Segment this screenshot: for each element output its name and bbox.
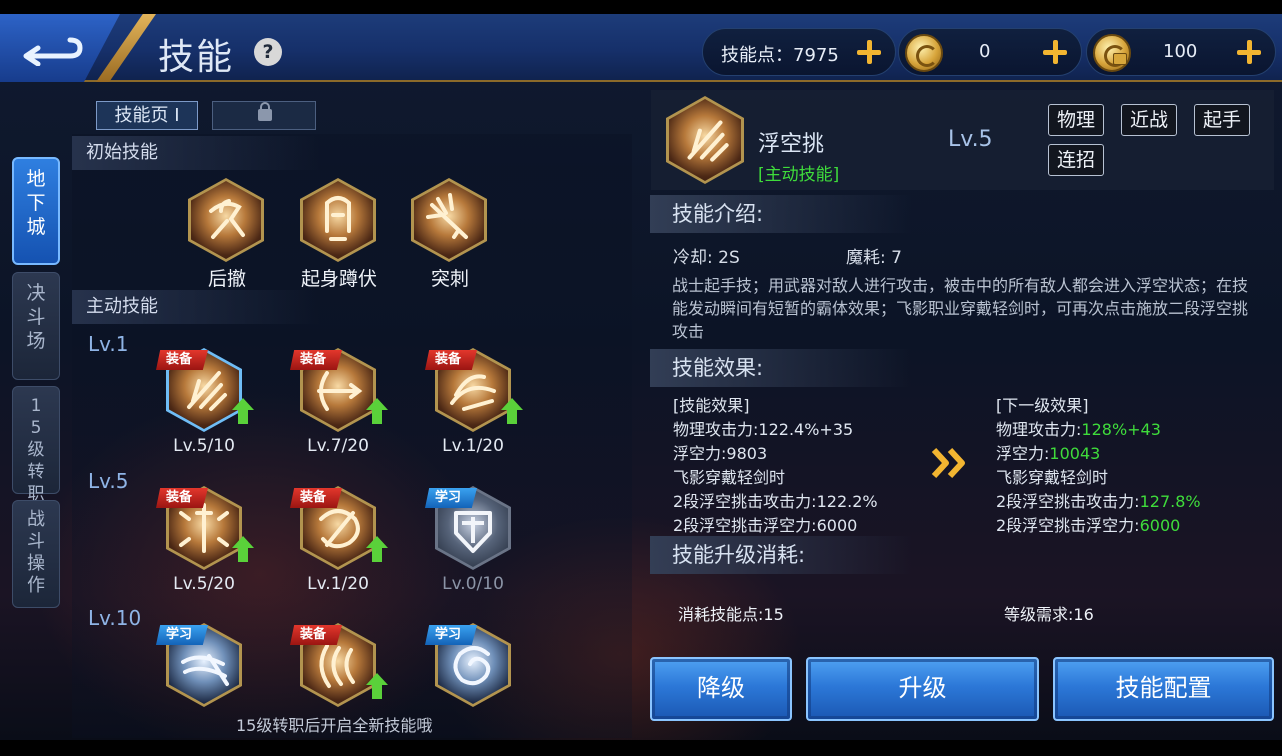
effect-line: 浮空力:9803 <box>673 444 768 463</box>
bound-gold-pill: 100 <box>1086 28 1276 76</box>
skill-points-label: 技能点：7975 <box>721 45 839 66</box>
skill-description: 战士起手技；用武器对敌人进行攻击，被击中的所有敌人都会进入浮空状态；在技能发动瞬… <box>672 276 1249 341</box>
upgrade-arrow-icon <box>501 398 523 424</box>
section-skill-effect: 技能效果: <box>650 349 912 387</box>
tab-combat-controls[interactable]: 战斗操作 <box>12 500 60 608</box>
skill-level: Lv.0/10 <box>442 574 504 594</box>
double-chevron-right-icon <box>931 447 965 479</box>
page-title: 技能 <box>158 37 235 78</box>
skill-slot-locked[interactable]: 学习 Lv.0/10 <box>425 486 521 596</box>
equip-badge: 装备 <box>156 350 209 370</box>
skill-slot[interactable]: 学习 <box>425 623 521 733</box>
downgrade-button[interactable]: 降级 <box>650 657 792 721</box>
job-change-hint: 15级转职后开启全新技能哦 <box>236 716 433 735</box>
upgrade-arrow-icon <box>232 398 254 424</box>
section-skill-intro: 技能介绍: <box>650 195 912 233</box>
add-gold-icon[interactable] <box>1041 38 1069 66</box>
level-row-label: Lv.5 <box>88 469 129 493</box>
skill-point-cost: 消耗技能点:15 <box>678 605 784 624</box>
effect-line: 飞影穿戴轻剑时 <box>673 468 786 487</box>
effect-line: 2段浮空挑击攻击力:127.8% <box>996 492 1201 511</box>
tab-job-change[interactable]: 15级转职 <box>12 386 60 504</box>
learn-badge: 学习 <box>425 488 478 508</box>
equip-badge: 装备 <box>290 488 343 508</box>
tab-arena[interactable]: 决斗场 <box>12 272 60 380</box>
next-effect-header: [下一级效果] <box>996 396 1089 415</box>
gold-value: 0 <box>979 41 991 62</box>
skill-name: 浮空挑 <box>758 132 825 157</box>
skill-level: Lv.1/20 <box>307 574 369 594</box>
effect-line: 物理攻击力:128%+43 <box>996 420 1161 439</box>
upgrade-arrow-icon <box>232 536 254 562</box>
equip-badge: 装备 <box>425 350 478 370</box>
skill-slot[interactable]: 装备 Lv.7/20 <box>290 348 388 458</box>
skill-slot[interactable]: 装备 Lv.5/20 <box>156 486 254 596</box>
section-initial-skills: 初始技能 <box>72 136 320 170</box>
current-effect-header: [技能效果] <box>673 396 750 415</box>
skill-slot[interactable]: 装备 Lv.1/20 <box>290 486 388 596</box>
basic-skill-name: 突刺 <box>430 268 469 290</box>
add-skill-points-icon[interactable] <box>855 38 883 66</box>
upgrade-button[interactable]: 升级 <box>806 657 1039 721</box>
tab-combat-controls-label: 战斗操作 <box>27 509 45 596</box>
back-arrow-icon <box>23 37 83 66</box>
level-row-label: Lv.10 <box>88 606 142 630</box>
upgrade-arrow-icon <box>366 398 388 424</box>
effect-line: 2段浮空挑击浮空力:6000 <box>996 516 1181 535</box>
thrust-glyph <box>426 193 468 239</box>
upgrade-arrow-icon <box>366 673 388 699</box>
tag-combo: 连招 <box>1048 144 1105 176</box>
back-step-glyph <box>209 199 245 239</box>
float-slash-glyph <box>687 120 729 162</box>
section-upgrade-cost: 技能升级消耗: <box>650 536 912 574</box>
mana-cost-text: 魔耗: 7 <box>846 248 902 268</box>
effect-line: 2段浮空挑击攻击力:122.2% <box>673 492 878 511</box>
equip-badge: 装备 <box>290 350 343 370</box>
upgrade-arrow-icon <box>366 536 388 562</box>
basic-skill-name: 起身蹲伏 <box>300 268 377 290</box>
skill-level: Lv.7/20 <box>307 436 369 456</box>
cooldown-text: 冷却: 2S <box>673 248 740 268</box>
skill-slot[interactable]: 装备 Lv.1/20 <box>425 348 523 458</box>
tab-job-change-label: 15级转职 <box>27 396 45 504</box>
equip-badge: 装备 <box>156 488 209 508</box>
next-effect-block: [下一级效果] 物理攻击力:128%+43 浮空力:10043 飞影穿戴轻剑时 … <box>996 394 1201 538</box>
skill-points-pill: 技能点：7975 <box>702 28 896 76</box>
tag-starter: 起手 <box>1194 104 1251 136</box>
learn-badge: 学习 <box>156 625 209 645</box>
gold-coin-icon <box>905 34 943 72</box>
skill-type: [主动技能] <box>758 165 840 185</box>
tab-dungeon[interactable]: 地下城 <box>12 157 60 265</box>
effect-line: 飞影穿戴轻剑时 <box>996 468 1109 487</box>
level-requirement: 等级需求:16 <box>1004 605 1094 624</box>
skill-level: Lv.5 <box>948 127 993 152</box>
skill-level: Lv.5/10 <box>173 436 235 456</box>
basic-skill-name: 后撤 <box>207 268 246 290</box>
skill-level: Lv.5/20 <box>173 574 235 594</box>
skill-config-button[interactable]: 技能配置 <box>1053 657 1274 721</box>
skill-page-tab-1[interactable]: 技能页 I <box>96 101 198 130</box>
add-bound-gold-icon[interactable] <box>1235 38 1263 66</box>
tab-arena-label: 决斗场 <box>26 282 46 352</box>
learn-badge: 学习 <box>425 625 478 645</box>
tag-physical: 物理 <box>1048 104 1105 136</box>
section-active-skills: 主动技能 <box>72 290 320 324</box>
lock-icon <box>258 102 272 121</box>
gold-pill: 0 <box>898 28 1082 76</box>
equip-badge: 装备 <box>290 625 343 645</box>
lock-icon <box>1113 53 1127 65</box>
skill-float-slash[interactable]: 装备 Lv.5/10 <box>156 348 254 458</box>
effect-line: 物理攻击力:122.4%+35 <box>673 420 854 439</box>
bound-gold-value: 100 <box>1163 41 1198 62</box>
current-effect-block: [技能效果] 物理攻击力:122.4%+35 浮空力:9803 飞影穿戴轻剑时 … <box>673 394 878 538</box>
level-row-label: Lv.1 <box>88 332 129 356</box>
question-mark-icon[interactable]: ? <box>254 38 282 66</box>
tab-dungeon-label: 地下城 <box>26 168 46 238</box>
effect-line: 浮空力:10043 <box>996 444 1101 463</box>
skill-page-tab-2-locked[interactable] <box>212 101 316 130</box>
effect-line: 2段浮空挑击浮空力:6000 <box>673 516 858 535</box>
skill-level: Lv.1/20 <box>442 436 504 456</box>
tag-melee: 近战 <box>1121 104 1178 136</box>
rise-crouch-glyph <box>325 196 351 241</box>
